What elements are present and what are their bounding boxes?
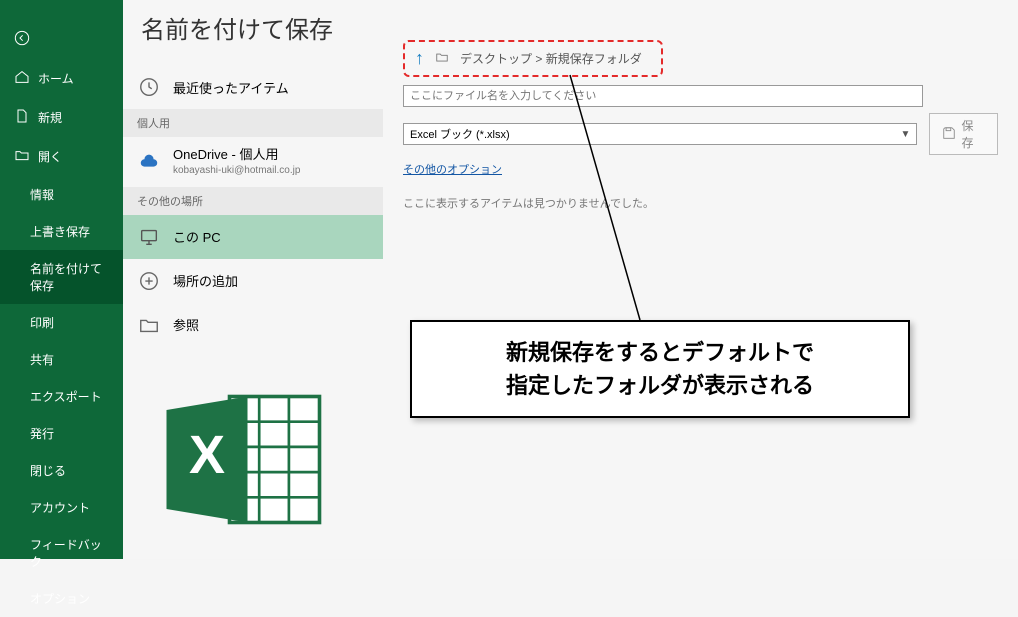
onedrive-sub: kobayashi-uki@hotmail.co.jp [173,164,300,177]
more-options-link[interactable]: その他のオプション [403,161,502,177]
location-label-addplace: 場所の追加 [173,271,238,290]
sidebar-label-export: エクスポート [30,388,102,405]
section-other: その他の場所 [123,187,383,215]
breadcrumb-folder-icon [434,50,450,67]
location-browse[interactable]: 参照 [123,303,383,347]
open-icon [14,147,30,166]
save-button-label: 保存 [961,117,985,151]
pc-icon [137,225,161,249]
sidebar-item-options[interactable]: オプション [0,580,123,617]
breadcrumb-seg1: デスクトップ [460,52,532,66]
sidebar-item-close[interactable]: 閉じる [0,452,123,489]
sidebar-item-publish[interactable]: 発行 [0,415,123,452]
sidebar-label-open: 開く [38,148,62,165]
annotation-callout: 新規保存をするとデフォルトで 指定したフォルダが表示される [410,320,910,418]
sidebar-label-new: 新規 [38,109,62,126]
section-personal: 個人用 [123,109,383,137]
add-place-icon [137,269,161,293]
clock-icon [137,75,161,99]
filetype-select[interactable]: Excel ブック (*.xlsx) ▼ [403,123,917,145]
sidebar-label-home: ホーム [38,70,74,87]
sidebar-item-print[interactable]: 印刷 [0,304,123,341]
location-label-browse: 参照 [173,315,199,334]
sidebar-item-feedback[interactable]: フィードバック [0,526,123,580]
sidebar-label-saveas: 名前を付けて保存 [30,260,109,294]
backstage-sidebar: ホーム 新規 開く 情報 上書き保存 名前を付けて保存 印刷 共有 [0,0,123,559]
sidebar-item-share[interactable]: 共有 [0,341,123,378]
location-label-recent: 最近使ったアイテム [173,78,289,97]
filetype-row: Excel ブック (*.xlsx) ▼ 保存 [403,113,998,155]
sidebar-item-home[interactable]: ホーム [0,59,123,98]
save-main-panel: ↑ デスクトップ > 新規保存フォルダ Excel ブック (*.xlsx) ▼ [383,0,1018,559]
sidebar-item-info[interactable]: 情報 [0,176,123,213]
locations-column: 名前を付けて保存 最近使ったアイテム 個人用 OneDrive - 個人用 ko… [123,0,383,559]
callout-line1: 新規保存をするとデフォルトで [432,336,888,369]
svg-text:X: X [189,425,225,485]
save-disk-icon [942,126,956,143]
page-title: 名前を付けて保存 [123,10,383,65]
home-icon [14,69,30,88]
breadcrumb-text: デスクトップ > 新規保存フォルダ [460,50,642,67]
chevron-down-icon: ▼ [901,129,911,140]
breadcrumb-highlighted[interactable]: ↑ デスクトップ > 新規保存フォルダ [403,40,663,77]
sidebar-label-share: 共有 [30,351,54,368]
back-arrow[interactable] [0,20,123,59]
location-addplace[interactable]: 場所の追加 [123,259,383,303]
new-icon [14,108,30,127]
location-label-thispc: この PC [173,227,221,246]
sidebar-item-saveas[interactable]: 名前を付けて保存 [0,250,123,304]
sidebar-item-open[interactable]: 開く [0,137,123,176]
location-recent[interactable]: 最近使ったアイテム [123,65,383,109]
save-button[interactable]: 保存 [929,113,998,155]
cloud-icon [137,150,161,174]
sidebar-label-save: 上書き保存 [30,223,90,240]
sidebar-item-account[interactable]: アカウント [0,489,123,526]
sidebar-label-options: オプション [30,590,90,607]
folder-icon [137,313,161,337]
location-onedrive-text: OneDrive - 個人用 kobayashi-uki@hotmail.co.… [173,147,300,177]
sidebar-label-info: 情報 [30,186,54,203]
callout-line2: 指定したフォルダが表示される [432,369,888,402]
app-root: ホーム 新規 開く 情報 上書き保存 名前を付けて保存 印刷 共有 [0,0,1018,559]
onedrive-title: OneDrive - 個人用 [173,147,300,164]
empty-message: ここに表示するアイテムは見つかりませんでした。 [403,195,998,211]
sidebar-item-new[interactable]: 新規 [0,98,123,137]
breadcrumb-seg2: 新規保存フォルダ [546,52,642,66]
sidebar-label-publish: 発行 [30,425,54,442]
breadcrumb-sep: > [535,52,542,66]
sidebar-label-feedback: フィードバック [30,536,109,570]
up-arrow-icon[interactable]: ↑ [415,48,424,69]
filename-input[interactable] [403,85,923,107]
filetype-value: Excel ブック (*.xlsx) [410,126,510,142]
excel-logo: X [153,377,333,542]
location-onedrive[interactable]: OneDrive - 個人用 kobayashi-uki@hotmail.co.… [123,137,383,187]
sidebar-item-save[interactable]: 上書き保存 [0,213,123,250]
back-icon [14,30,30,49]
sidebar-label-print: 印刷 [30,314,54,331]
sidebar-label-account: アカウント [30,499,90,516]
sidebar-label-close: 閉じる [30,462,66,479]
location-thispc[interactable]: この PC [123,215,383,259]
content-area: 名前を付けて保存 最近使ったアイテム 個人用 OneDrive - 個人用 ko… [123,0,1018,559]
sidebar-item-export[interactable]: エクスポート [0,378,123,415]
